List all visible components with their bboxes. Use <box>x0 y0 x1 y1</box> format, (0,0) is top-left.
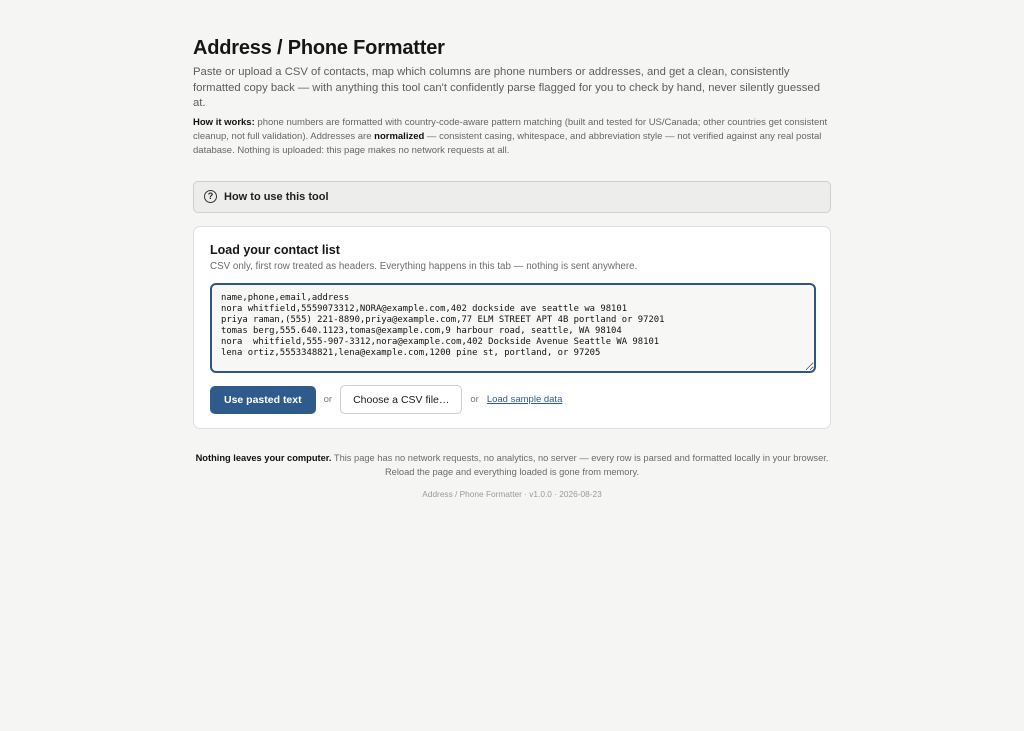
version-info: Address / Phone Formatter · v1.0.0 · 202… <box>422 488 602 499</box>
page-title: Address / Phone Formatter <box>193 37 445 59</box>
privacy-bold: Nothing leaves your computer. <box>195 452 332 463</box>
load-sample-data-link[interactable]: Load sample data <box>487 394 563 405</box>
load-actions: Use pasted text or Choose a CSV file… or… <box>210 385 814 415</box>
privacy-notice: Nothing leaves your computer. This page … <box>193 451 831 480</box>
card-title: Load your contact list <box>210 242 340 257</box>
csv-input[interactable] <box>210 282 816 373</box>
or-separator: or <box>323 394 333 405</box>
card-description: CSV only, first row treated as headers. … <box>210 260 638 272</box>
how-it-works-bold: normalized <box>374 130 425 142</box>
page: Address / Phone Formatter Paste or uploa… <box>193 0 831 499</box>
how-to-use-label: How to use this tool <box>224 190 329 203</box>
page-subtitle: Paste or upload a CSV of contacts, map w… <box>193 66 820 109</box>
privacy-text: This page has no network requests, no an… <box>331 452 829 478</box>
question-mark-icon: ? <box>204 190 217 203</box>
how-to-use-toggle[interactable]: ? How to use this tool <box>193 180 831 213</box>
how-it-works: How it works: phone numbers are formatte… <box>193 116 831 158</box>
load-contact-list-card: Load your contact list CSV only, first r… <box>193 225 831 429</box>
choose-csv-file-button[interactable]: Choose a CSV file… <box>340 385 463 414</box>
use-pasted-text-button[interactable]: Use pasted text <box>210 385 316 414</box>
or-separator: or <box>470 394 479 405</box>
how-it-works-label: How it works: <box>193 116 255 128</box>
